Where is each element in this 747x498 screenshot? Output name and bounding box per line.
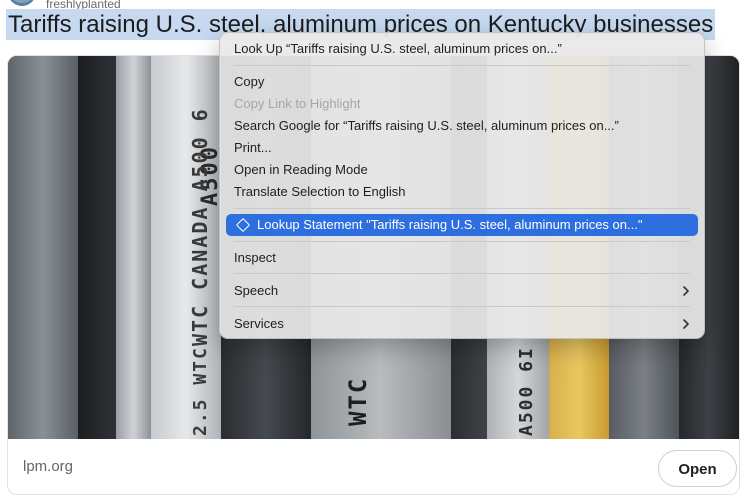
chevron-right-icon [683, 319, 689, 329]
stencil-text: A500 6I [516, 346, 537, 436]
avatar[interactable] [8, 0, 36, 6]
stencil-text: 2.5 WTC [190, 346, 211, 436]
menu-item-reading-mode[interactable]: Open in Reading Mode [234, 159, 368, 181]
menu-item-print[interactable]: Print... [234, 137, 272, 159]
diamond-icon [235, 217, 251, 233]
menu-item-copy-link-highlight[interactable]: Copy Link to Highlight [234, 93, 360, 115]
menu-separator [234, 65, 690, 66]
menu-item-copy[interactable]: Copy [234, 71, 264, 93]
menu-item-look-up[interactable]: Look Up “Tariffs raising U.S. steel, alu… [234, 38, 562, 60]
menu-item-lookup-statement[interactable]: Lookup Statement "Tariffs raising U.S. s… [226, 214, 698, 236]
open-button[interactable]: Open [658, 450, 737, 487]
menu-separator [234, 306, 690, 307]
chevron-right-icon [683, 286, 689, 296]
context-menu: Look Up “Tariffs raising U.S. steel, alu… [219, 32, 705, 339]
menu-separator [234, 208, 690, 209]
menu-item-search-google[interactable]: Search Google for “Tariffs raising U.S. … [234, 115, 619, 137]
menu-separator [234, 273, 690, 274]
menu-item-speech[interactable]: Speech [234, 280, 278, 302]
menu-item-label: Lookup Statement "Tariffs raising U.S. s… [257, 217, 643, 232]
card-footer: lpm.org Open [8, 439, 739, 494]
menu-item-services[interactable]: Services [234, 313, 284, 335]
menu-item-translate[interactable]: Translate Selection to English [234, 181, 406, 203]
menu-separator [234, 241, 690, 242]
stencil-text: WTC CANADA A500 6 [188, 107, 212, 346]
source-domain[interactable]: lpm.org [23, 458, 73, 475]
stencil-text: WTC [344, 376, 372, 426]
menu-item-inspect[interactable]: Inspect [234, 247, 276, 269]
